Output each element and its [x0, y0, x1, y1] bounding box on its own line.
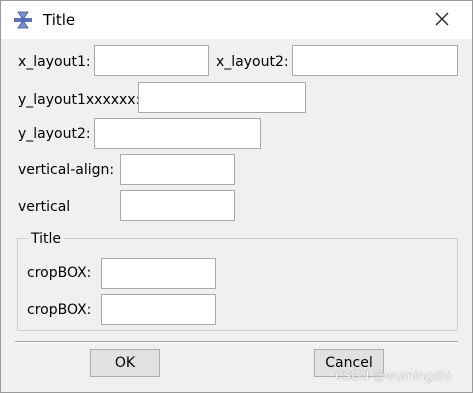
dialog-window: Title x_layout1: x_layout2: y_layout1xxx…	[0, 0, 473, 393]
crop-box-2-label: cropBOX:	[27, 302, 92, 318]
crop-box-2-input[interactable]	[101, 294, 216, 325]
y-layout2-input[interactable]	[94, 118, 261, 149]
vertical-label: vertical	[18, 199, 71, 215]
watermark-text: CSDN @wumingdhi	[335, 369, 452, 383]
close-button[interactable]	[427, 8, 457, 32]
vertical-align-label: vertical-align:	[18, 162, 115, 178]
x-layout1-input[interactable]	[94, 45, 209, 76]
window-title: Title	[43, 11, 76, 29]
crop-box-1-label: cropBOX:	[27, 265, 92, 281]
y-layout2-label: y_layout2:	[18, 126, 91, 142]
vertical-align-input[interactable]	[120, 154, 235, 185]
dialog-body: x_layout1: x_layout2: y_layout1xxxxxx: y…	[1, 39, 472, 392]
ok-button[interactable]: OK	[90, 349, 160, 377]
hourglass-app-icon	[13, 11, 33, 29]
button-separator	[15, 341, 458, 343]
x-layout1-label: x_layout1:	[18, 54, 91, 70]
x-layout2-label: x_layout2:	[216, 54, 289, 70]
close-icon	[435, 11, 449, 30]
groupbox-title: Title	[28, 230, 65, 248]
vertical-input[interactable]	[120, 190, 235, 221]
y-layout1-label: y_layout1xxxxxx:	[18, 92, 141, 108]
title-bar: Title	[1, 1, 472, 39]
y-layout1-input[interactable]	[138, 82, 306, 113]
x-layout2-input[interactable]	[292, 45, 458, 76]
crop-box-1-input[interactable]	[101, 258, 216, 289]
